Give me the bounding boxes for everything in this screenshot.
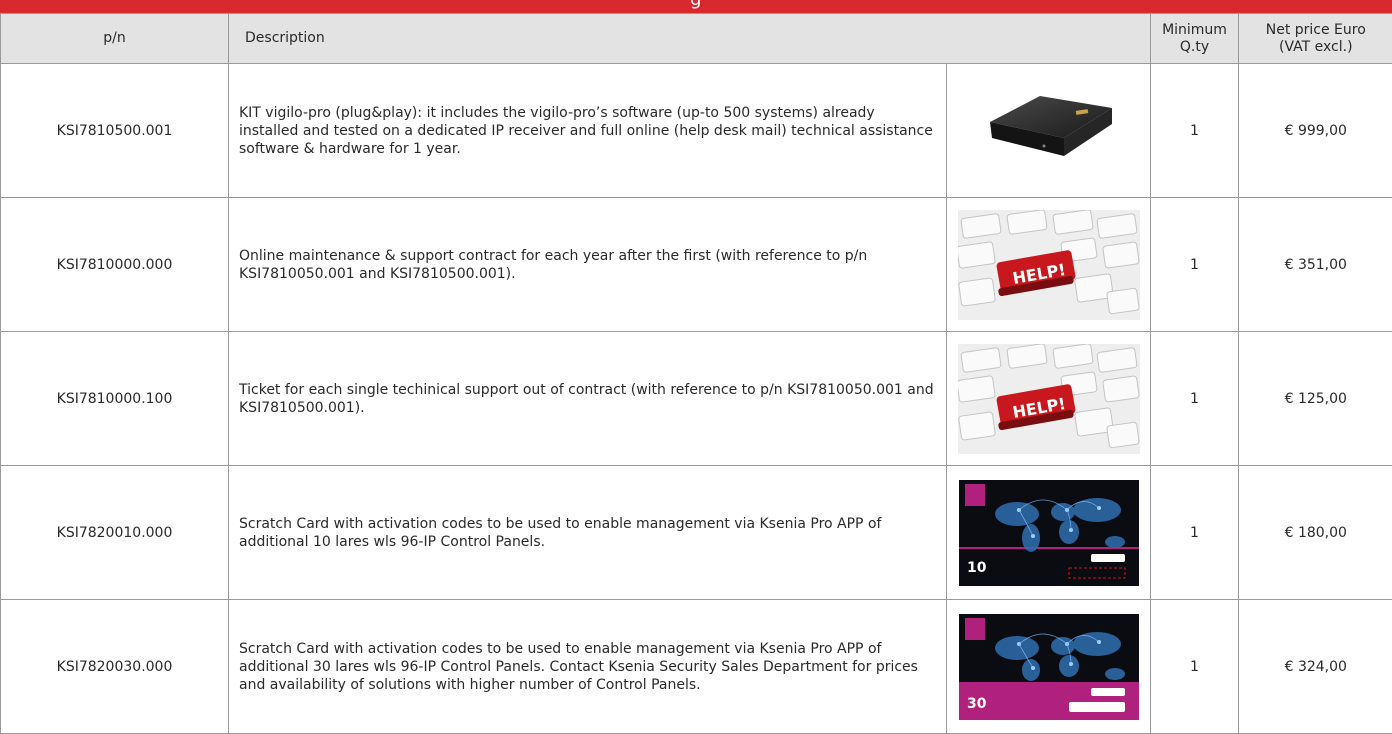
net-price: € 324,00 xyxy=(1239,600,1392,734)
top-banner: g xyxy=(0,0,1392,13)
table-row: KSI7820010.000 Scratch Card with activat… xyxy=(1,466,1392,600)
description: Ticket for each single techinical suppor… xyxy=(229,332,947,466)
description: Scratch Card with activation codes to be… xyxy=(229,600,947,734)
min-qty: 1 xyxy=(1151,600,1239,734)
scratch-card-icon: 30 xyxy=(959,614,1139,720)
column-header-min-qty: MinimumQ.ty xyxy=(1151,14,1239,64)
card-number-label: 10 xyxy=(967,560,987,576)
table-row: KSI7810000.100 Ticket for each single te… xyxy=(1,332,1392,466)
column-header-net-price: Net price Euro(VAT excl.) xyxy=(1239,14,1392,64)
min-qty: 1 xyxy=(1151,466,1239,600)
card-number-label: 30 xyxy=(967,696,987,712)
part-number: KSI7820030.000 xyxy=(1,600,229,734)
product-image: 10 xyxy=(947,466,1151,600)
price-list-table: p/n Description MinimumQ.ty Net price Eu… xyxy=(0,13,1392,734)
product-image: 30 xyxy=(947,600,1151,734)
table-header-row: p/n Description MinimumQ.ty Net price Eu… xyxy=(1,14,1392,64)
net-price: € 125,00 xyxy=(1239,332,1392,466)
ip-receiver-box-icon xyxy=(980,88,1118,174)
min-qty: 1 xyxy=(1151,332,1239,466)
min-qty: 1 xyxy=(1151,64,1239,198)
banner-title: g xyxy=(690,0,701,9)
table-row: KSI7810000.000 Online maintenance & supp… xyxy=(1,198,1392,332)
product-image: HELP! xyxy=(947,198,1151,332)
product-image xyxy=(947,64,1151,198)
scratch-card-icon: 10 xyxy=(959,480,1139,586)
description: Online maintenance & support contract fo… xyxy=(229,198,947,332)
description: Scratch Card with activation codes to be… xyxy=(229,466,947,600)
part-number: KSI7810500.001 xyxy=(1,64,229,198)
part-number: KSI7810000.000 xyxy=(1,198,229,332)
table-row: KSI7820030.000 Scratch Card with activat… xyxy=(1,600,1392,734)
column-header-description: Description xyxy=(229,14,1151,64)
product-image: HELP! xyxy=(947,332,1151,466)
column-header-pn: p/n xyxy=(1,14,229,64)
keyboard-help-key-icon: HELP! xyxy=(958,344,1140,454)
part-number: KSI7810000.100 xyxy=(1,332,229,466)
table-row: KSI7810500.001 KIT vigilo-pro (plug&play… xyxy=(1,64,1392,198)
min-qty: 1 xyxy=(1151,198,1239,332)
description: KIT vigilo-pro (plug&play): it includes … xyxy=(229,64,947,198)
net-price: € 999,00 xyxy=(1239,64,1392,198)
net-price: € 180,00 xyxy=(1239,466,1392,600)
net-price: € 351,00 xyxy=(1239,198,1392,332)
part-number: KSI7820010.000 xyxy=(1,466,229,600)
keyboard-help-key-icon: HELP! xyxy=(958,210,1140,320)
